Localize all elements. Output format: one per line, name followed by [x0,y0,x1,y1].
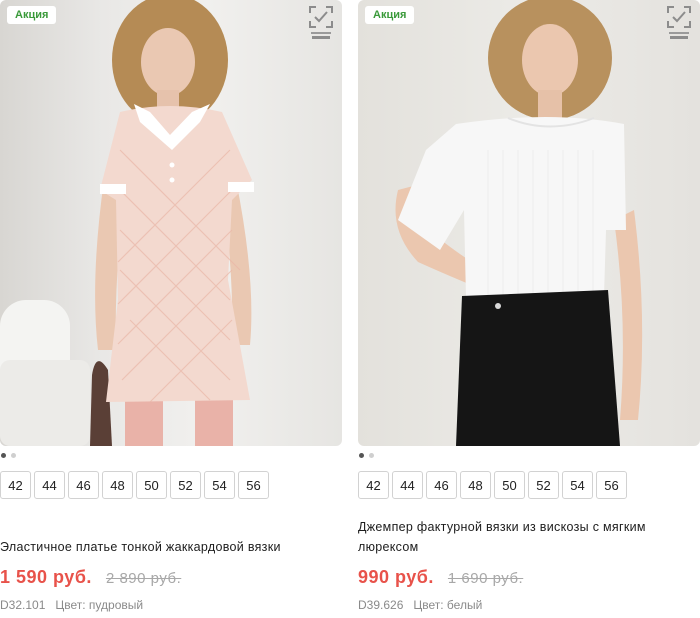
model-illustration [395,0,643,446]
size-button[interactable]: 52 [170,471,201,499]
promo-badge: Акция [7,6,57,24]
product-meta: D39.626 Цвет: белый [358,598,482,612]
size-button[interactable]: 48 [102,471,133,499]
product-sku: D39.626 [358,598,404,612]
product-meta: D32.101 Цвет: пудровый [0,598,143,612]
product-card[interactable]: Акция 42 44 46 48 50 52 54 56 Джемпер фа… [358,0,700,618]
old-price: 1 690 руб. [447,570,524,587]
price-block: 990 руб. 1 690 руб. [358,567,523,588]
product-title[interactable]: Джемпер фактурной вязки из вискозы с мяг… [358,517,700,557]
product-card[interactable]: Акция 42 44 46 48 50 52 54 56 Эластичное… [0,0,342,618]
carousel-dot-active[interactable] [1,453,6,458]
size-selector: 42 44 46 48 50 52 54 56 [0,471,269,499]
product-color: Цвет: белый [413,598,483,612]
product-photo[interactable]: Акция [358,0,700,446]
size-button[interactable]: 50 [494,471,525,499]
size-button[interactable]: 48 [460,471,491,499]
old-price: 2 890 руб. [105,570,182,587]
honest-mark-icon [309,6,333,39]
promo-badge: Акция [365,6,415,24]
model-illustration [0,0,254,446]
size-button[interactable]: 44 [34,471,65,499]
carousel-dots [359,453,374,459]
size-button[interactable]: 50 [136,471,167,499]
honest-mark-icon [667,6,691,39]
size-button[interactable]: 46 [68,471,99,499]
size-button[interactable]: 54 [204,471,235,499]
product-color: Цвет: пудровый [55,598,144,612]
size-button[interactable]: 42 [0,471,31,499]
carousel-dot[interactable] [11,453,16,458]
carousel-dot-active[interactable] [359,453,364,458]
size-button[interactable]: 46 [426,471,457,499]
size-button[interactable]: 52 [528,471,559,499]
size-selector: 42 44 46 48 50 52 54 56 [358,471,627,499]
carousel-dots [1,453,16,459]
product-sku: D32.101 [0,598,46,612]
current-price: 990 руб. [358,567,434,587]
size-button[interactable]: 42 [358,471,389,499]
product-photo[interactable]: Акция [0,0,342,446]
size-button[interactable]: 56 [238,471,269,499]
product-title[interactable]: Эластичное платье тонкой жаккардовой вяз… [0,537,342,557]
size-button[interactable]: 56 [596,471,627,499]
carousel-dot[interactable] [369,453,374,458]
price-block: 1 590 руб. 2 890 руб. [0,567,181,588]
size-button[interactable]: 44 [392,471,423,499]
current-price: 1 590 руб. [0,567,92,587]
size-button[interactable]: 54 [562,471,593,499]
